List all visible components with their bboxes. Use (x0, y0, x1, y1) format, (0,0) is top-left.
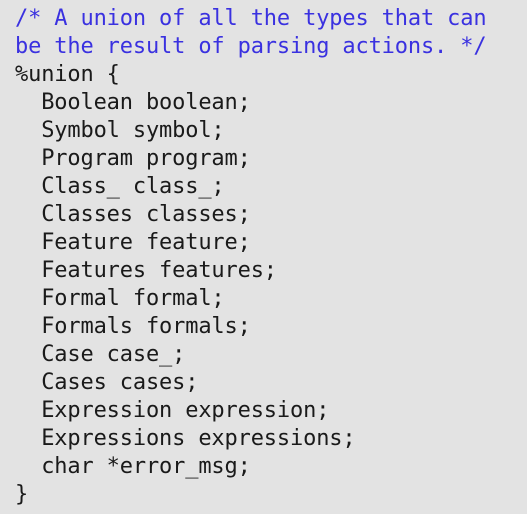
code-line: Case case_; (15, 342, 186, 367)
code-line: /* A union of all the types that can (15, 6, 487, 31)
code-line: Boolean boolean; (15, 90, 251, 115)
code-line: Expression expression; (15, 398, 330, 423)
code-line: Cases cases; (15, 370, 199, 395)
code-line: %union { (15, 62, 120, 87)
code-line: Classes classes; (15, 202, 251, 227)
code-line: Symbol symbol; (15, 118, 225, 143)
code-line: Features features; (15, 258, 277, 283)
code-line: Formal formal; (15, 286, 225, 311)
code-line: } (15, 482, 29, 507)
code-line: Feature feature; (15, 230, 251, 255)
code-line: Program program; (15, 146, 251, 171)
code-line: Class_ class_; (15, 174, 225, 199)
code-line: char *error_msg; (15, 454, 251, 479)
code-line: Formals formals; (15, 314, 251, 339)
code-listing: /* A union of all the types that can be t… (0, 0, 527, 514)
code-line: be the result of parsing actions. */ (15, 34, 487, 59)
code-line: Expressions expressions; (15, 426, 356, 451)
